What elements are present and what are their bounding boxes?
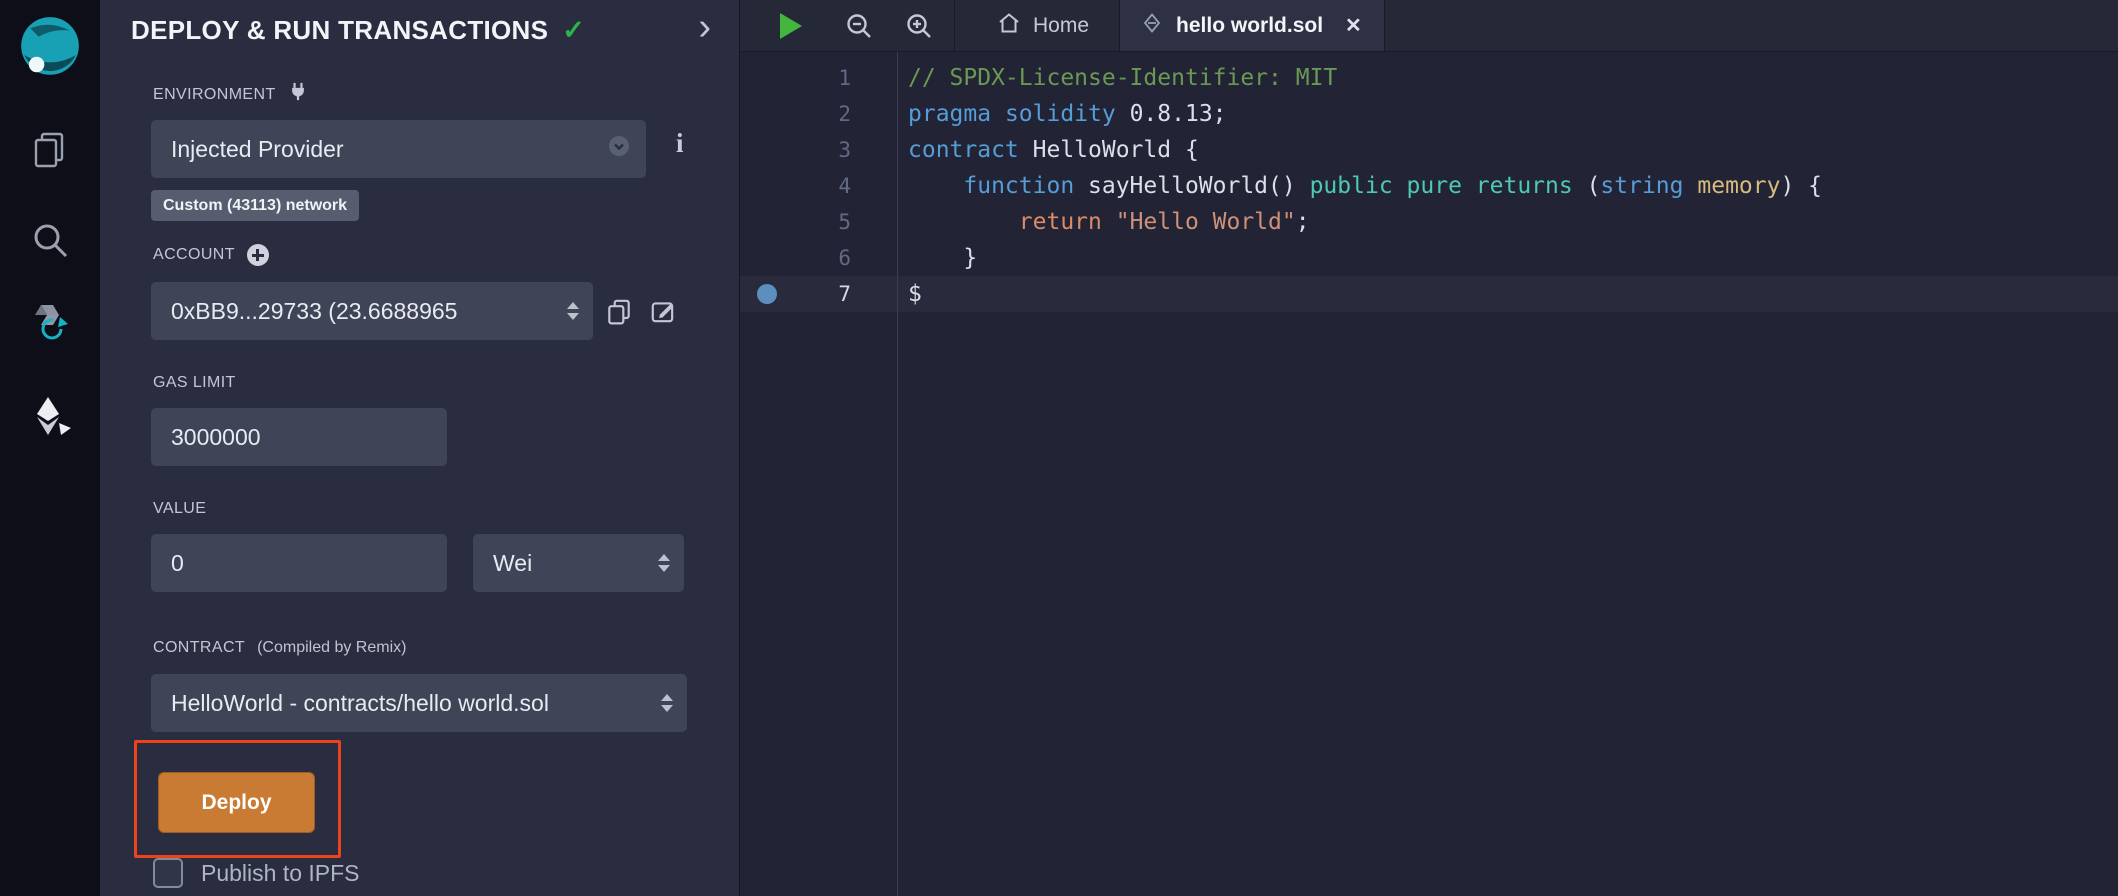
code-line[interactable]: 7$ bbox=[740, 276, 2118, 312]
gas-limit-value: 3000000 bbox=[171, 424, 433, 451]
run-script-icon[interactable] bbox=[780, 13, 802, 39]
code-line[interactable]: 6 } bbox=[740, 240, 2118, 276]
contract-value: HelloWorld - contracts/hello world.sol bbox=[171, 690, 653, 717]
value-input[interactable]: 0 bbox=[151, 534, 447, 592]
line-number[interactable]: 7 bbox=[740, 276, 897, 312]
code-line[interactable]: 2pragma solidity 0.8.13; bbox=[740, 96, 2118, 132]
plus-icon[interactable] bbox=[247, 244, 269, 266]
value-unit-select[interactable]: Wei bbox=[473, 534, 684, 592]
code-lines: 1// SPDX-License-Identifier: MIT2pragma … bbox=[740, 52, 2118, 896]
line-number[interactable]: 4 bbox=[740, 168, 897, 204]
close-icon[interactable]: ✕ bbox=[1345, 13, 1362, 38]
icon-panel bbox=[0, 0, 100, 896]
solidity-file-icon bbox=[1142, 13, 1162, 38]
collapse-chevron-icon[interactable]: › bbox=[698, 8, 711, 46]
search-icon[interactable] bbox=[28, 218, 72, 262]
environment-label: ENVIRONMENT bbox=[153, 86, 276, 104]
environment-select[interactable]: Injected Provider bbox=[151, 120, 646, 178]
code-line[interactable]: 1// SPDX-License-Identifier: MIT bbox=[740, 60, 2118, 96]
line-number[interactable]: 2 bbox=[740, 96, 897, 132]
contract-label: CONTRACT bbox=[153, 639, 245, 657]
tab-hello-world-sol[interactable]: hello world.sol ✕ bbox=[1119, 0, 1385, 51]
line-number[interactable]: 6 bbox=[740, 240, 897, 276]
editor-area: Home hello world.sol ✕ 1// SPDX-License-… bbox=[740, 0, 2118, 896]
value-label-row: VALUE bbox=[153, 500, 206, 518]
code-line[interactable]: 5 return "Hello World"; bbox=[740, 204, 2118, 240]
publish-ipfs-checkbox[interactable] bbox=[153, 858, 183, 888]
panel-header: DEPLOY & RUN TRANSACTIONS ✓ › bbox=[131, 8, 725, 52]
tab-label: hello world.sol bbox=[1176, 14, 1323, 38]
info-icon[interactable]: i bbox=[676, 128, 684, 159]
line-number[interactable]: 3 bbox=[740, 132, 897, 168]
contract-label-row: CONTRACT (Compiled by Remix) bbox=[153, 639, 406, 657]
code-text[interactable]: $ bbox=[897, 276, 922, 312]
remix-logo-icon[interactable] bbox=[16, 14, 84, 82]
contract-select[interactable]: HelloWorld - contracts/hello world.sol bbox=[151, 674, 687, 732]
network-badge: Custom (43113) network bbox=[151, 190, 359, 221]
zoom-out-icon[interactable] bbox=[844, 11, 874, 41]
panel-title: DEPLOY & RUN TRANSACTIONS bbox=[131, 15, 548, 46]
publish-ipfs-label: Publish to IPFS bbox=[201, 860, 360, 887]
code-text[interactable]: contract HelloWorld { bbox=[897, 132, 1199, 168]
home-icon bbox=[997, 11, 1021, 40]
stepper-icon bbox=[567, 302, 579, 320]
gas-limit-label-row: GAS LIMIT bbox=[153, 374, 236, 392]
deploy-button[interactable]: Deploy bbox=[158, 772, 315, 833]
account-label-row: ACCOUNT bbox=[153, 244, 269, 266]
editor-topbar: Home hello world.sol ✕ bbox=[740, 0, 2118, 52]
gutter-separator bbox=[897, 52, 898, 896]
solidity-compiler-icon[interactable] bbox=[28, 302, 72, 346]
line-number[interactable]: 1 bbox=[740, 60, 897, 96]
breakpoint-dot[interactable] bbox=[757, 284, 777, 304]
contract-sublabel: (Compiled by Remix) bbox=[257, 639, 406, 657]
gas-limit-input[interactable]: 3000000 bbox=[151, 408, 447, 466]
zoom-in-icon[interactable] bbox=[904, 11, 934, 41]
environment-label-row: ENVIRONMENT bbox=[153, 82, 308, 107]
publish-ipfs-row: Publish to IPFS bbox=[153, 858, 360, 888]
value-amount: 0 bbox=[171, 550, 433, 577]
code-text[interactable]: function sayHelloWorld() public pure ret… bbox=[897, 168, 1822, 204]
code-line[interactable]: 4 function sayHelloWorld() public pure r… bbox=[740, 168, 2118, 204]
account-select[interactable]: 0xBB9...29733 (23.6688965 bbox=[151, 282, 593, 340]
environment-value: Injected Provider bbox=[171, 136, 606, 163]
gas-limit-label: GAS LIMIT bbox=[153, 374, 236, 392]
plug-icon bbox=[288, 82, 308, 107]
value-label: VALUE bbox=[153, 500, 206, 518]
file-explorer-icon[interactable] bbox=[28, 128, 72, 172]
account-label: ACCOUNT bbox=[153, 246, 235, 264]
topbar-divider bbox=[954, 0, 955, 51]
deploy-run-icon[interactable] bbox=[28, 394, 72, 438]
copy-icon[interactable] bbox=[605, 297, 633, 325]
code-text[interactable]: // SPDX-License-Identifier: MIT bbox=[897, 60, 1337, 96]
tab-home[interactable]: Home bbox=[967, 0, 1119, 51]
code-line[interactable]: 3contract HelloWorld { bbox=[740, 132, 2118, 168]
code-text[interactable]: return "Hello World"; bbox=[897, 204, 1310, 240]
account-value: 0xBB9...29733 (23.6688965 bbox=[171, 298, 559, 325]
remix-app: DEPLOY & RUN TRANSACTIONS ✓ › ENVIRONMEN… bbox=[0, 0, 2118, 896]
edit-icon[interactable] bbox=[649, 297, 677, 325]
stepper-icon bbox=[658, 554, 670, 572]
caret-circle-icon bbox=[606, 133, 632, 165]
code-text[interactable]: } bbox=[897, 240, 977, 276]
line-number[interactable]: 5 bbox=[740, 204, 897, 240]
value-unit: Wei bbox=[493, 550, 650, 577]
check-icon: ✓ bbox=[562, 15, 585, 46]
tab-label: Home bbox=[1033, 14, 1089, 38]
stepper-icon bbox=[661, 694, 673, 712]
deploy-panel: DEPLOY & RUN TRANSACTIONS ✓ › ENVIRONMEN… bbox=[100, 0, 740, 896]
code-text[interactable]: pragma solidity 0.8.13; bbox=[897, 96, 1227, 132]
